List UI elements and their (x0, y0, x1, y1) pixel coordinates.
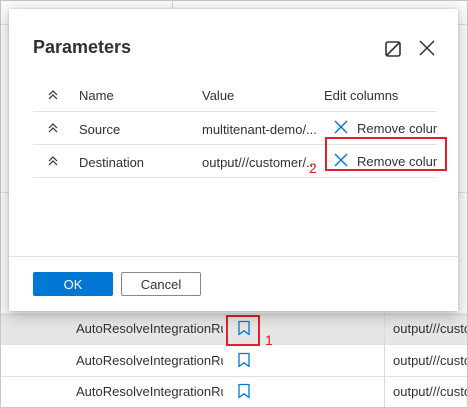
remove-x-icon (334, 120, 348, 134)
parameter-value[interactable]: output///customer/... (202, 155, 316, 170)
table-row[interactable]: AutoResolveIntegrationRuntime output///c… (1, 376, 467, 407)
parameters-dialog: Parameters Name Value Edit columns Sourc… (9, 9, 458, 311)
maximize-icon[interactable] (384, 40, 402, 58)
column-separator (384, 313, 385, 344)
sort-icon[interactable] (47, 122, 59, 134)
remove-column-label: Remove column (357, 121, 437, 136)
dialog-title: Parameters (33, 37, 132, 57)
integration-runtime-cell: AutoResolveIntegrationRuntime (76, 321, 223, 336)
parameter-name: Source (79, 122, 121, 137)
cancel-button[interactable]: Cancel (121, 272, 201, 296)
sort-icon[interactable] (47, 89, 59, 101)
output-path-cell: output///customer (393, 321, 467, 336)
column-separator (384, 376, 385, 407)
annotation-box-1 (226, 315, 260, 346)
parameter-value[interactable]: multitenant-demo/... (202, 122, 316, 137)
column-header-value[interactable]: Value (202, 88, 234, 103)
column-header-name[interactable]: Name (79, 88, 114, 103)
bookmark-icon[interactable] (237, 352, 251, 368)
sort-icon[interactable] (47, 155, 59, 167)
parameter-name: Destination (79, 155, 145, 170)
footer-divider (9, 256, 458, 257)
column-header-edit-columns[interactable]: Edit columns (324, 88, 398, 103)
table-row[interactable]: AutoResolveIntegrationRuntime output///c… (1, 345, 467, 376)
output-path-cell: output///customer (393, 353, 467, 368)
annotation-number-1: 1 (265, 332, 273, 348)
close-icon[interactable] (417, 38, 437, 58)
bookmark-icon[interactable] (237, 383, 251, 399)
annotation-number-2: 2 (309, 160, 317, 176)
output-path-cell: output///customer (393, 384, 467, 399)
annotation-box-2 (325, 137, 447, 171)
integration-runtime-cell: AutoResolveIntegrationRuntime (76, 384, 223, 399)
integration-runtime-cell: AutoResolveIntegrationRuntime (76, 353, 223, 368)
table-header: Name Value Edit columns (33, 75, 437, 112)
remove-column-button[interactable]: Remove column (331, 118, 437, 138)
column-separator (384, 345, 385, 376)
ok-button[interactable]: OK (33, 272, 113, 296)
